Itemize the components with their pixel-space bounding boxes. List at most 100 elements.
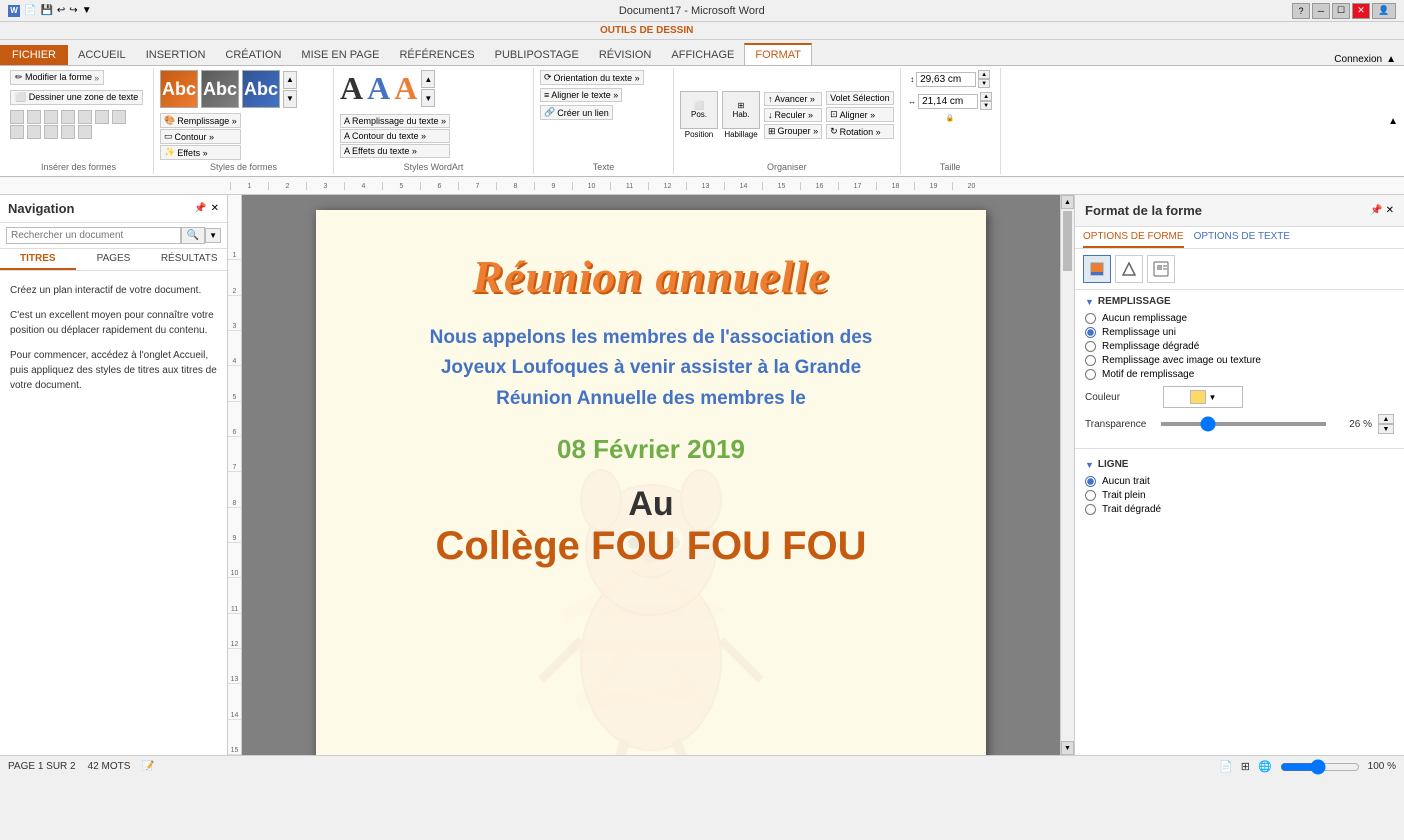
- tab-format[interactable]: FORMAT: [744, 43, 812, 65]
- tab-creation[interactable]: CRÉATION: [215, 45, 291, 65]
- radio-trait-plein[interactable]: [1085, 490, 1096, 501]
- grouper-btn[interactable]: ⊞ Grouper »: [764, 124, 822, 139]
- contour-forme-btn[interactable]: ▭ Contour »: [160, 129, 241, 144]
- shape-tool-12[interactable]: [78, 125, 92, 139]
- shape-tool-10[interactable]: [44, 125, 58, 139]
- height-input[interactable]: [916, 72, 976, 87]
- radio-motif[interactable]: [1085, 369, 1096, 380]
- transparence-slider[interactable]: [1161, 422, 1326, 426]
- radio-uni[interactable]: [1085, 327, 1096, 338]
- habillage-btn[interactable]: ⊞Hab.: [722, 91, 760, 129]
- tab-insertion[interactable]: INSERTION: [136, 45, 216, 65]
- nav-tab-pages[interactable]: PAGES: [76, 249, 152, 270]
- nav-pin-btn[interactable]: 📌: [194, 203, 206, 214]
- height-down[interactable]: ▼: [978, 79, 990, 88]
- shape-tool-2[interactable]: [27, 110, 41, 124]
- abc-btn-2[interactable]: Abc: [201, 70, 239, 108]
- effets-texte-btn[interactable]: A Effets du texte »: [340, 144, 450, 158]
- remplissage-header[interactable]: ▼ REMPLISSAGE: [1085, 296, 1394, 307]
- shape-tool-9[interactable]: [27, 125, 41, 139]
- tab-fichier[interactable]: FICHIER: [0, 45, 68, 65]
- scroll-up-btn[interactable]: ▲: [1061, 195, 1074, 209]
- option-aucun-trait[interactable]: Aucun trait: [1085, 476, 1394, 487]
- transparence-down[interactable]: ▼: [1378, 424, 1394, 434]
- radio-aucun-trait[interactable]: [1085, 476, 1096, 487]
- tab-accueil[interactable]: ACCUEIL: [68, 45, 136, 65]
- radio-trait-degrade[interactable]: [1085, 504, 1096, 515]
- avancer-btn[interactable]: ↑ Avancer »: [764, 92, 822, 106]
- tab-refs[interactable]: RÉFÉRENCES: [389, 45, 484, 65]
- expand-ribbon-btn[interactable]: ▲: [1386, 54, 1396, 65]
- wordart-down[interactable]: ▼: [421, 89, 435, 107]
- option-remplissage-image[interactable]: Remplissage avec image ou texture: [1085, 355, 1394, 366]
- doc-area[interactable]: 会 Réunion annuelle Nous appelons les mem…: [242, 195, 1060, 755]
- modifier-forme-btn[interactable]: ✏ Modifier la forme »: [10, 70, 104, 85]
- radio-degrade[interactable]: [1085, 341, 1096, 352]
- nav-search-input[interactable]: [6, 227, 181, 244]
- vert-scrollbar[interactable]: ▲ ▼: [1060, 195, 1074, 755]
- nav-search-button[interactable]: 🔍: [181, 227, 205, 244]
- format-tab-texte[interactable]: OPTIONS DE TEXTE: [1194, 231, 1291, 248]
- option-aucun-remplissage[interactable]: Aucun remplissage: [1085, 313, 1394, 324]
- couleur-btn[interactable]: ▼: [1163, 386, 1243, 408]
- view-print-btn[interactable]: 📄: [1219, 760, 1233, 773]
- format-close-btn[interactable]: ✕: [1386, 205, 1394, 216]
- aligner-texte-btn[interactable]: ≡ Aligner le texte »: [540, 88, 622, 102]
- contour-texte-btn[interactable]: A Contour du texte »: [340, 129, 450, 143]
- shape-tool-1[interactable]: [10, 110, 24, 124]
- shape-tool-6[interactable]: [95, 110, 109, 124]
- shape-tool-4[interactable]: [61, 110, 75, 124]
- abc-btn-1[interactable]: Abc: [160, 70, 198, 108]
- position-btn[interactable]: ⬜Pos.: [680, 91, 718, 129]
- abc-btn-3[interactable]: Abc: [242, 70, 280, 108]
- volet-selection-btn[interactable]: Volet Sélection: [826, 91, 894, 105]
- radio-aucun[interactable]: [1085, 313, 1096, 324]
- view-web-btn[interactable]: 🌐: [1258, 760, 1272, 773]
- format-icon-fill[interactable]: [1083, 255, 1111, 283]
- minimize-button[interactable]: ─: [1312, 3, 1330, 19]
- styles-formes-up[interactable]: ▲: [283, 71, 297, 89]
- shape-tool-8[interactable]: [10, 125, 24, 139]
- tab-affichage[interactable]: AFFICHAGE: [661, 45, 744, 65]
- shape-tool-7[interactable]: [112, 110, 126, 124]
- nav-close-btn[interactable]: ✕: [211, 203, 219, 214]
- option-trait-degrade[interactable]: Trait dégradé: [1085, 504, 1394, 515]
- orientation-texte-btn[interactable]: ⟳ Orientation du texte »: [540, 70, 644, 85]
- tab-mep[interactable]: MISE EN PAGE: [291, 45, 389, 65]
- nav-tab-resultats[interactable]: RÉSULTATS: [151, 249, 227, 270]
- reculer-btn[interactable]: ↓ Reculer »: [764, 108, 822, 122]
- nav-search-options-btn[interactable]: ▼: [205, 228, 221, 243]
- help-button[interactable]: ?: [1292, 3, 1310, 19]
- dessiner-zone-btn[interactable]: ⬜ Dessiner une zone de texte: [10, 90, 143, 105]
- format-pin-btn[interactable]: 📌: [1370, 205, 1382, 216]
- effets-forme-btn[interactable]: ✨ Effets »: [160, 145, 241, 160]
- ligne-header[interactable]: ▼ LIGNE: [1085, 459, 1394, 470]
- creer-lien-btn[interactable]: 🔗 Créer un lien: [540, 105, 613, 120]
- format-icon-layout[interactable]: [1147, 255, 1175, 283]
- restore-button[interactable]: ☐: [1332, 3, 1350, 19]
- connexion-btn[interactable]: Connexion: [1334, 54, 1382, 65]
- zoom-slider[interactable]: [1280, 762, 1360, 772]
- nav-tab-titres[interactable]: TITRES: [0, 249, 76, 270]
- option-remplissage-uni[interactable]: Remplissage uni: [1085, 327, 1394, 338]
- view-layout-btn[interactable]: ⊞: [1241, 760, 1250, 773]
- remplissage-forme-btn[interactable]: 🎨 Remplissage »: [160, 113, 241, 128]
- aligner-btn[interactable]: ⊡ Aligner »: [826, 107, 894, 122]
- scroll-thumb[interactable]: [1063, 211, 1072, 271]
- user-button[interactable]: 👤: [1372, 3, 1396, 19]
- format-icon-shape[interactable]: [1115, 255, 1143, 283]
- ribbon-expand-btn[interactable]: ▲: [1388, 116, 1398, 127]
- height-up[interactable]: ▲: [978, 70, 990, 79]
- radio-image[interactable]: [1085, 355, 1096, 366]
- width-input[interactable]: [918, 94, 978, 109]
- shape-tool-11[interactable]: [61, 125, 75, 139]
- wordart-up[interactable]: ▲: [421, 70, 435, 88]
- tab-publi[interactable]: PUBLIPOSTAGE: [485, 45, 589, 65]
- option-remplissage-degrade[interactable]: Remplissage dégradé: [1085, 341, 1394, 352]
- width-up[interactable]: ▲: [980, 92, 992, 101]
- styles-formes-down[interactable]: ▼: [283, 90, 297, 108]
- shape-tool-3[interactable]: [44, 110, 58, 124]
- close-button[interactable]: ✕: [1352, 3, 1370, 19]
- format-tab-forme[interactable]: OPTIONS DE FORME: [1083, 231, 1184, 248]
- shape-tool-5[interactable]: [78, 110, 92, 124]
